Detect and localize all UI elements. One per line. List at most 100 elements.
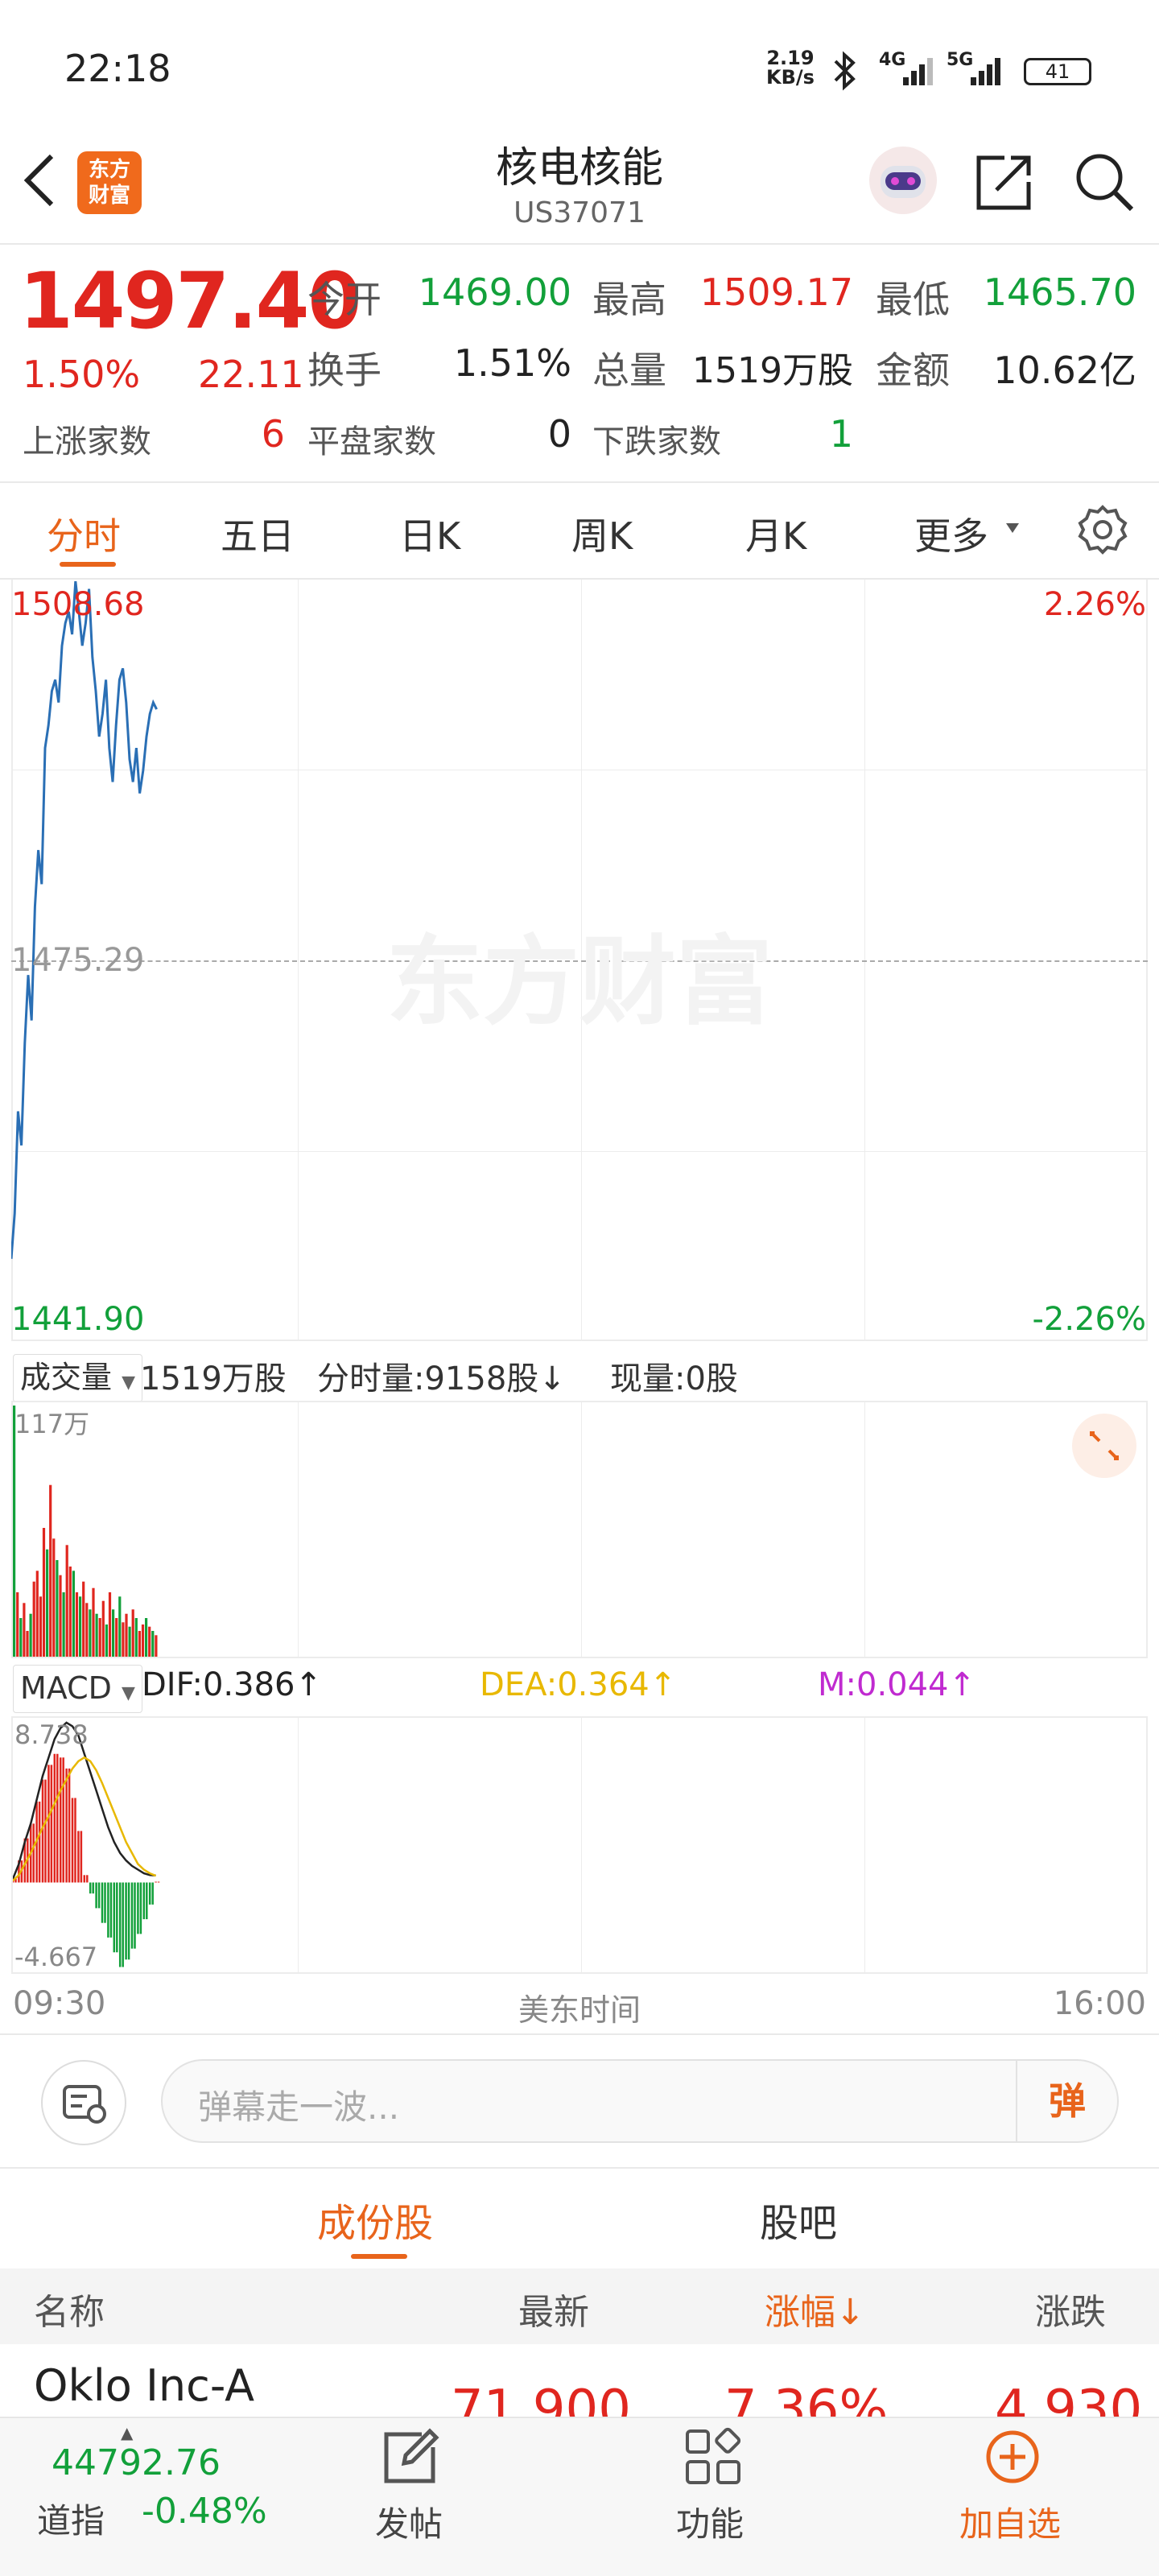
col-chg-header[interactable]: 涨跌 — [1035, 2283, 1106, 2334]
col-pct-header[interactable]: 涨幅↓ — [765, 2283, 865, 2334]
signal-5g-icon: 5G — [947, 50, 1011, 92]
volume-bar — [105, 1624, 108, 1657]
index-pct: -0.48% — [142, 2491, 267, 2532]
search-icon[interactable] — [1072, 150, 1136, 214]
volume-bar — [68, 1567, 72, 1657]
tab-daily-k[interactable]: 日K — [399, 507, 460, 560]
volume-indicator-selector[interactable]: 成交量 ▼ — [13, 1354, 143, 1402]
expand-icon[interactable] — [1070, 1412, 1138, 1480]
robot-assistant-icon[interactable] — [866, 143, 940, 217]
volume-bar — [141, 1624, 145, 1657]
macd-axis-min: -4.667 — [14, 1942, 98, 1972]
volume-bar — [49, 1484, 52, 1657]
tab-intraday[interactable]: 分时 — [47, 507, 121, 560]
add-watchlist-icon[interactable] — [980, 2425, 1045, 2489]
post-edit-icon[interactable] — [377, 2425, 441, 2489]
share-icon[interactable] — [972, 150, 1037, 214]
volume-bar — [19, 1618, 23, 1657]
turnover-label: 换手 — [307, 349, 382, 392]
volume-bar — [39, 1596, 42, 1657]
row-chg: 4.930 — [995, 2380, 1143, 2417]
index-name: 道指 — [37, 2501, 105, 2541]
up-count: 6 — [261, 412, 285, 456]
open-value: 1469.00 — [418, 270, 571, 314]
pct-axis-top: 2.26% — [1043, 586, 1146, 623]
tab-five-day[interactable]: 五日 — [221, 507, 295, 560]
caret-down-icon: ▼ — [122, 1683, 135, 1703]
volume-bar — [75, 1592, 79, 1657]
price-line — [11, 581, 158, 1259]
high-label: 最高 — [592, 278, 666, 321]
tab-active-indicator — [60, 562, 116, 567]
status-time: 22:18 — [64, 47, 171, 90]
volume-bar — [79, 1596, 82, 1657]
macd-dif: DIF:0.386↑ — [142, 1666, 323, 1703]
volume-label: 总量 — [592, 349, 666, 392]
bluetooth-icon — [827, 50, 863, 92]
battery-icon: 41 — [1024, 58, 1091, 85]
high-value: 1509.17 — [699, 270, 853, 314]
volume-bar — [82, 1581, 85, 1657]
function-grid-icon[interactable] — [681, 2425, 745, 2489]
volume-bar — [101, 1600, 105, 1657]
tab-monthly-k[interactable]: 月K — [745, 507, 806, 560]
volume-bar — [65, 1545, 68, 1657]
volume-bar — [35, 1571, 39, 1657]
volume-bar — [134, 1618, 138, 1657]
danmu-settings-icon[interactable] — [40, 2059, 127, 2146]
volume-bar — [145, 1618, 148, 1657]
tab-weekly-k[interactable]: 周K — [571, 507, 633, 560]
tab-constituents[interactable]: 成份股 — [317, 2191, 433, 2248]
amount-label: 金额 — [876, 349, 950, 392]
index-value: 44792.76 — [52, 2442, 221, 2483]
flat-count: 0 — [547, 412, 571, 456]
change-value: 22.11 — [198, 353, 304, 396]
low-value: 1465.70 — [983, 270, 1136, 314]
down-count-label: 下跌家数 — [592, 423, 721, 460]
volume-bar-chart — [13, 1406, 158, 1657]
price-line-chart — [11, 581, 158, 1259]
volume-bar — [112, 1609, 115, 1657]
volume-bar — [131, 1609, 134, 1657]
low-label: 最低 — [876, 278, 950, 321]
row-pct: 7.36% — [724, 2380, 889, 2417]
signal-4g-icon: 4G — [879, 50, 943, 92]
volume-bar — [115, 1618, 118, 1657]
danmu-send-button[interactable]: 弹 — [1016, 2061, 1117, 2141]
danmu-input[interactable]: 弹幕走一波... 弹 — [161, 2059, 1119, 2143]
price-axis-top: 1508.68 — [11, 586, 145, 623]
volume-bar — [122, 1622, 125, 1657]
danmu-send-label: 弹 — [1049, 2079, 1086, 2123]
row-name: Oklo Inc-A — [34, 2360, 255, 2411]
battery-level: 41 — [1045, 60, 1070, 83]
nav-index-arrow: ▲ — [121, 2423, 134, 2442]
tab-stock-bar[interactable]: 股吧 — [760, 2191, 837, 2248]
tab-more[interactable]: 更多 — [914, 507, 988, 560]
table-row[interactable]: Oklo Inc-A 71.900 7.36% 4.930 — [0, 2344, 1159, 2417]
volume-bar — [151, 1631, 155, 1657]
caret-down-icon[interactable] — [1004, 522, 1021, 535]
volume-bar — [52, 1538, 56, 1657]
net-speed-unit: KB/s — [766, 66, 815, 89]
volume-bar — [148, 1626, 151, 1657]
nav-post-label[interactable]: 发帖 — [375, 2497, 443, 2546]
down-count: 1 — [829, 412, 853, 456]
volume-bar — [16, 1592, 19, 1657]
volume-selector-label: 成交量 — [20, 1360, 113, 1395]
col-price-header[interactable]: 最新 — [518, 2283, 589, 2334]
volume-bar — [29, 1613, 32, 1657]
current-volume: 现量:0股 — [610, 1360, 738, 1397]
macd-axis-max: 8.738 — [14, 1719, 89, 1750]
macd-selector-label: MACD — [20, 1670, 112, 1706]
volume-bar — [92, 1587, 95, 1657]
settings-gear-icon[interactable] — [1075, 502, 1130, 557]
nav-add-label[interactable]: 加自选 — [959, 2497, 1061, 2546]
volume-bar — [89, 1609, 92, 1657]
col-name-header: 名称 — [34, 2292, 105, 2333]
volume-bar — [26, 1631, 29, 1657]
macd-indicator-selector[interactable]: MACD ▼ — [13, 1665, 142, 1713]
volume-bar — [23, 1603, 26, 1657]
danmu-placeholder: 弹幕走一波... — [198, 2087, 400, 2127]
macd-dea: DEA:0.364↑ — [480, 1666, 677, 1703]
nav-function-label[interactable]: 功能 — [676, 2497, 744, 2546]
